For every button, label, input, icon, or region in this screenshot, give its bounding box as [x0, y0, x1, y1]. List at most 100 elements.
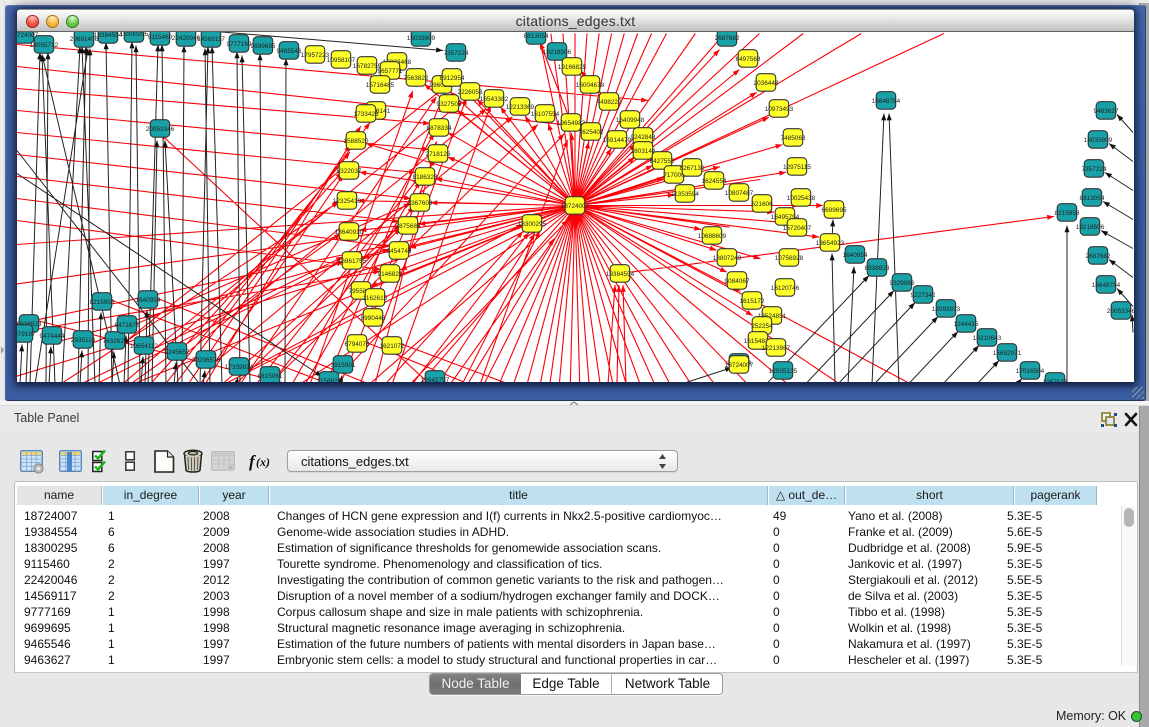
svg-text:1588520: 1588520	[344, 138, 369, 145]
svg-text:10807487: 10807487	[725, 190, 754, 197]
svg-text:1156829: 1156829	[317, 378, 342, 383]
svg-text:12093873: 12093873	[932, 306, 961, 313]
svg-text:19218506: 19218506	[543, 49, 572, 56]
svg-text:14055712: 14055712	[30, 42, 59, 49]
svg-text:8454749: 8454749	[387, 248, 412, 255]
svg-text:7485063: 7485063	[781, 135, 806, 142]
svg-text:6879197: 6879197	[17, 331, 36, 338]
svg-text:16648784: 16648784	[1092, 282, 1121, 289]
svg-text:10756928: 10756928	[775, 255, 804, 262]
svg-text:6497568: 6497568	[736, 56, 761, 63]
svg-text:12975115: 12975115	[783, 164, 811, 171]
svg-text:9465546: 9465546	[277, 48, 302, 55]
svg-text:10688609: 10688609	[698, 233, 727, 240]
svg-text:10654112: 10654112	[130, 343, 158, 350]
svg-text:9084067: 9084067	[725, 278, 750, 285]
svg-text:9242848: 9242848	[631, 134, 656, 141]
svg-text:7357224: 7357224	[1082, 166, 1107, 173]
svg-text:8267130: 8267130	[680, 165, 705, 172]
svg-text:18300295: 18300295	[518, 221, 547, 228]
svg-text:12213967: 12213967	[762, 345, 791, 352]
svg-text:16210643: 16210643	[973, 335, 1002, 342]
svg-text:17016504: 17016504	[1016, 368, 1045, 375]
svg-text:10025438: 10025438	[787, 195, 816, 202]
svg-text:621606: 621606	[751, 201, 773, 208]
svg-text:12942757: 12942757	[421, 377, 450, 383]
svg-text:10973493: 10973493	[765, 106, 794, 113]
svg-text:20053346: 20053346	[146, 126, 175, 133]
svg-text:8938923: 8938923	[865, 265, 890, 272]
svg-text:19384554: 19384554	[94, 32, 123, 39]
svg-text:14569117: 14569117	[197, 36, 225, 43]
svg-text:1621072: 1621072	[380, 343, 405, 350]
svg-text:8186328: 8186328	[413, 174, 438, 181]
svg-text:12325419: 12325419	[333, 198, 362, 205]
svg-text:8912954: 8912954	[440, 75, 465, 82]
svg-text:16648784: 16648784	[872, 98, 901, 105]
svg-text:1640954: 1640954	[843, 252, 868, 259]
svg-text:19218506: 19218506	[1076, 224, 1105, 231]
svg-text:1640954: 1640954	[136, 297, 161, 304]
svg-text:7563822: 7563822	[404, 75, 429, 82]
svg-text:15692971: 15692971	[993, 350, 1022, 357]
svg-text:9699695: 9699695	[251, 43, 276, 50]
svg-text:9245652: 9245652	[165, 349, 190, 356]
svg-text:12505135: 12505135	[769, 368, 798, 375]
svg-text:6794078: 6794078	[345, 341, 370, 348]
svg-text:8427552: 8427552	[650, 158, 675, 165]
svg-text:16107554: 16107554	[531, 111, 560, 118]
svg-text:7632621: 7632621	[103, 338, 128, 345]
svg-text:2226053: 2226053	[458, 89, 483, 96]
svg-text:8813054: 8813054	[1080, 195, 1105, 202]
svg-text:9327505: 9327505	[437, 101, 462, 108]
svg-text:4498222: 4498222	[597, 99, 622, 106]
svg-text:19166825: 19166825	[558, 64, 587, 71]
svg-text:9115460: 9115460	[148, 34, 173, 41]
svg-text:16914479: 16914479	[603, 137, 632, 144]
svg-text:9227342: 9227342	[911, 292, 936, 299]
svg-text:16033809: 16033809	[407, 35, 436, 42]
svg-text:1615172: 1615172	[740, 298, 765, 305]
svg-text:1624554: 1624554	[702, 178, 727, 185]
svg-text:1267533: 1267533	[1043, 379, 1068, 383]
svg-text:2935114: 2935114	[71, 337, 96, 344]
svg-text:15716485: 15716485	[366, 82, 395, 89]
svg-text:18300295: 18300295	[120, 32, 149, 38]
svg-text:9657771: 9657771	[378, 68, 403, 75]
svg-text:15720407: 15720407	[783, 225, 812, 232]
svg-text:8878334: 8878334	[427, 125, 452, 132]
svg-text:9146821: 9146821	[378, 271, 403, 278]
svg-text:16961755: 16961755	[338, 258, 367, 265]
svg-text:8990448: 8990448	[361, 315, 386, 322]
svg-text:252254: 252254	[751, 323, 773, 330]
svg-text:16409948: 16409948	[616, 117, 645, 124]
svg-text:1733426: 1733426	[354, 111, 379, 118]
svg-text:18724007: 18724007	[725, 362, 754, 369]
svg-text:18807249: 18807249	[713, 255, 742, 262]
svg-text:16004678: 16004678	[576, 82, 605, 89]
svg-text:9777169: 9777169	[227, 41, 252, 48]
svg-text:6699695: 6699695	[822, 207, 847, 214]
svg-text:2036448: 2036448	[754, 80, 779, 87]
svg-text:8215958: 8215958	[90, 299, 115, 306]
svg-text:2687682: 2687682	[1086, 253, 1111, 260]
svg-text:8322037: 8322037	[337, 168, 362, 175]
svg-text:20053346: 20053346	[1107, 308, 1134, 315]
svg-text:10958107: 10958107	[327, 57, 356, 64]
svg-text:8471676: 8471676	[115, 322, 140, 329]
svg-text:8815061: 8815061	[258, 373, 283, 380]
svg-text:1244415: 1244415	[954, 321, 979, 328]
svg-text:8813054: 8813054	[524, 33, 549, 40]
svg-text:12213369: 12213369	[506, 104, 535, 111]
svg-text:1162615: 1162615	[363, 295, 388, 302]
svg-text:18640910: 18640910	[335, 229, 364, 236]
svg-text:9474444: 9474444	[40, 333, 65, 340]
svg-text:16033809: 16033809	[1084, 137, 1113, 144]
svg-text:9463627: 9463627	[1094, 108, 1119, 115]
svg-text:13654923: 13654923	[816, 240, 845, 247]
svg-text:7357224: 7357224	[444, 50, 469, 57]
svg-text:16120746: 16120746	[771, 285, 800, 292]
svg-text:2718126: 2718126	[426, 151, 451, 158]
svg-text:3875685: 3875685	[396, 223, 421, 230]
svg-text:20206576: 20206576	[192, 357, 221, 364]
